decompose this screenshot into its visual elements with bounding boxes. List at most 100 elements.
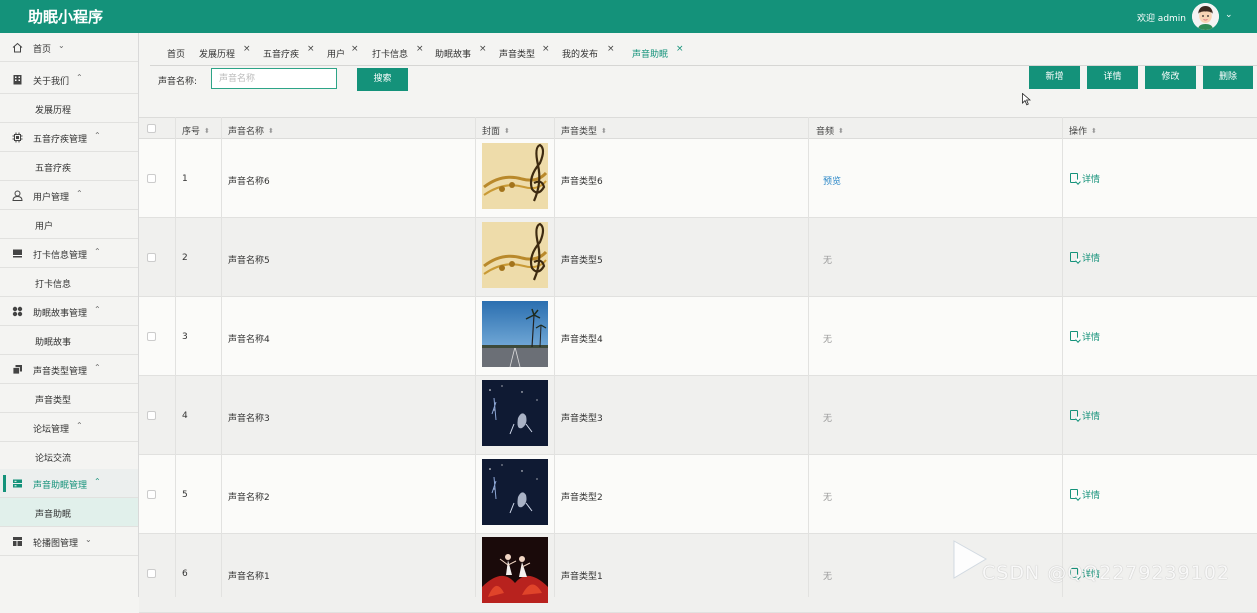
sidebar-item-five-tones-mgmt[interactable]: 五音疗疾管理 ⌃ — [0, 123, 138, 152]
close-icon[interactable]: × — [351, 44, 359, 54]
sidebar-item-home[interactable]: 首页 ⌄ — [0, 33, 138, 62]
delete-button[interactable]: 删除 — [1203, 66, 1253, 89]
sidebar-item-history[interactable]: 发展历程 — [0, 94, 138, 123]
sidebar-item-sound-sleep[interactable]: 声音助眠 — [0, 498, 138, 527]
row-checkbox[interactable] — [147, 411, 156, 420]
column-divider — [475, 117, 476, 597]
watermark-text: CSDN @QQ2279239102 — [982, 562, 1231, 584]
chevron-down-icon[interactable]: ⌄ — [1225, 10, 1233, 20]
add-button[interactable]: 新增 — [1029, 66, 1080, 89]
row-no: 5 — [182, 490, 188, 500]
copy-icon — [12, 364, 23, 375]
row-no: 4 — [182, 411, 188, 421]
row-detail-link[interactable]: 详情 — [1070, 330, 1100, 343]
tab-users[interactable]: 用户 × — [327, 44, 359, 60]
row-checkbox[interactable] — [147, 174, 156, 183]
sidebar-item-label: 五音疗疾 — [35, 164, 72, 174]
search-input[interactable] — [211, 68, 337, 89]
row-checkbox[interactable] — [147, 332, 156, 341]
sidebar-item-label: 声音助眠 — [35, 510, 72, 520]
row-checkbox[interactable] — [147, 490, 156, 499]
tab-story[interactable]: 助眠故事 × — [435, 44, 487, 60]
sidebar-item-sound-type[interactable]: 声音类型 — [0, 384, 138, 413]
column-divider — [175, 117, 176, 597]
row-checkbox[interactable] — [147, 253, 156, 262]
chevron-up-icon: ⌃ — [94, 477, 101, 486]
data-table: 序号 ⬍ 声音名称 ⬍ 封面 ⬍ 声音类型 ⬍ 音频 ⬍ 操作 ⬍ 1 声音名称6 声音类型… — [139, 117, 1257, 613]
edit-button[interactable]: 修改 — [1145, 66, 1196, 89]
tab-sound-type[interactable]: 声音类型 × — [499, 44, 550, 60]
avatar[interactable] — [1192, 3, 1219, 30]
tab-label: 我的发布 — [562, 50, 599, 60]
avatar-face-icon — [1192, 3, 1219, 30]
sidebar-item-label: 用户管理 — [33, 193, 70, 203]
close-icon[interactable]: × — [676, 44, 684, 54]
tab-sound-sleep[interactable]: 声音助眠 × — [632, 44, 684, 60]
sidebar-item-checkin-mgmt[interactable]: 打卡信息管理 ⌃ — [0, 239, 138, 268]
chip-icon — [12, 132, 23, 143]
chevron-down-icon: ⌄ — [85, 535, 92, 544]
tab-history[interactable]: 发展历程 × — [199, 44, 251, 60]
column-header-type[interactable]: 声音类型 ⬍ — [561, 124, 607, 137]
select-all-checkbox[interactable] — [147, 124, 156, 133]
table-row: 2 声音名称5 声音类型5 无 详情 — [139, 218, 1257, 297]
top-bar: 助眠小程序 欢迎 admin ⌄ — [0, 0, 1257, 33]
sidebar-item-label: 打卡信息管理 — [33, 251, 88, 261]
sidebar-item-user-mgmt[interactable]: 用户管理 ⌃ — [0, 181, 138, 210]
chevron-up-icon: ⌃ — [94, 363, 101, 372]
sidebar-item-checkin[interactable]: 打卡信息 — [0, 268, 138, 297]
sidebar-item-sound-type-mgmt[interactable]: 声音类型管理 ⌃ — [0, 355, 138, 384]
table-row: 1 声音名称6 声音类型6 预览 详情 — [139, 139, 1257, 218]
row-type: 声音类型6 — [561, 177, 603, 187]
close-icon[interactable]: × — [307, 44, 315, 54]
sidebar-item-label: 声音助眠管理 — [33, 481, 88, 491]
search-button[interactable]: 搜索 — [357, 68, 408, 91]
layout-icon — [12, 536, 23, 547]
column-divider — [808, 117, 809, 597]
sidebar-item-carousel-mgmt[interactable]: 轮播图管理 ⌄ — [0, 527, 138, 556]
sidebar-item-forum-mgmt[interactable]: 论坛管理 ⌃ — [0, 413, 138, 442]
row-detail-link[interactable]: 详情 — [1070, 409, 1100, 422]
row-type: 声音类型2 — [561, 493, 603, 503]
column-header-audio[interactable]: 音频 ⬍ — [816, 124, 844, 137]
cover-image-night-sky — [482, 459, 548, 525]
sidebar-item-about[interactable]: 关于我们 ⌃ — [0, 65, 138, 94]
sidebar-item-five-tones[interactable]: 五音疗疾 — [0, 152, 138, 181]
close-icon[interactable]: × — [479, 44, 487, 54]
tab-label: 发展历程 — [199, 50, 236, 60]
close-icon[interactable]: × — [542, 44, 550, 54]
detail-button[interactable]: 详情 — [1087, 66, 1138, 89]
row-detail-link[interactable]: 详情 — [1070, 488, 1100, 501]
cover-image-dancers — [482, 537, 548, 603]
close-icon[interactable]: × — [607, 44, 615, 54]
close-icon[interactable]: × — [243, 44, 251, 54]
document-icon — [1070, 489, 1078, 499]
sidebar-item-label: 声音类型 — [35, 396, 72, 406]
tab-five-tones[interactable]: 五音疗疾 × — [263, 44, 315, 60]
tab-checkin[interactable]: 打卡信息 × — [372, 44, 424, 60]
tab-my-posts[interactable]: 我的发布 × — [562, 44, 615, 60]
close-icon[interactable]: × — [416, 44, 424, 54]
sidebar-item-story[interactable]: 助眠故事 — [0, 326, 138, 355]
sidebar-item-label: 发展历程 — [35, 106, 72, 116]
column-header-name[interactable]: 声音名称 ⬍ — [228, 124, 274, 137]
sidebar-item-story-mgmt[interactable]: 助眠故事管理 ⌃ — [0, 297, 138, 326]
column-header-actions[interactable]: 操作 ⬍ — [1069, 124, 1097, 137]
tab-home[interactable]: 首页 — [167, 47, 185, 60]
tab-label: 用户 — [327, 50, 346, 60]
sidebar-item-sound-sleep-mgmt[interactable]: 声音助眠管理 ⌃ — [0, 469, 138, 498]
sidebar-item-label: 五音疗疾管理 — [33, 135, 88, 145]
sidebar-item-forum[interactable]: 论坛交流 — [0, 442, 138, 471]
row-checkbox[interactable] — [147, 569, 156, 578]
audio-preview-link[interactable]: 预览 — [823, 174, 841, 187]
cover-image-night-sky — [482, 380, 548, 446]
sidebar-item-label: 论坛交流 — [35, 454, 72, 464]
sidebar-item-users[interactable]: 用户 — [0, 210, 138, 239]
row-detail-link[interactable]: 详情 — [1070, 172, 1100, 185]
sidebar-item-label: 打卡信息 — [35, 280, 72, 290]
row-no: 6 — [182, 569, 188, 579]
column-header-cover[interactable]: 封面 ⬍ — [482, 124, 510, 137]
row-detail-link[interactable]: 详情 — [1070, 251, 1100, 264]
sidebar-item-label: 用户 — [35, 222, 54, 232]
column-header-no[interactable]: 序号 ⬍ — [182, 124, 210, 137]
